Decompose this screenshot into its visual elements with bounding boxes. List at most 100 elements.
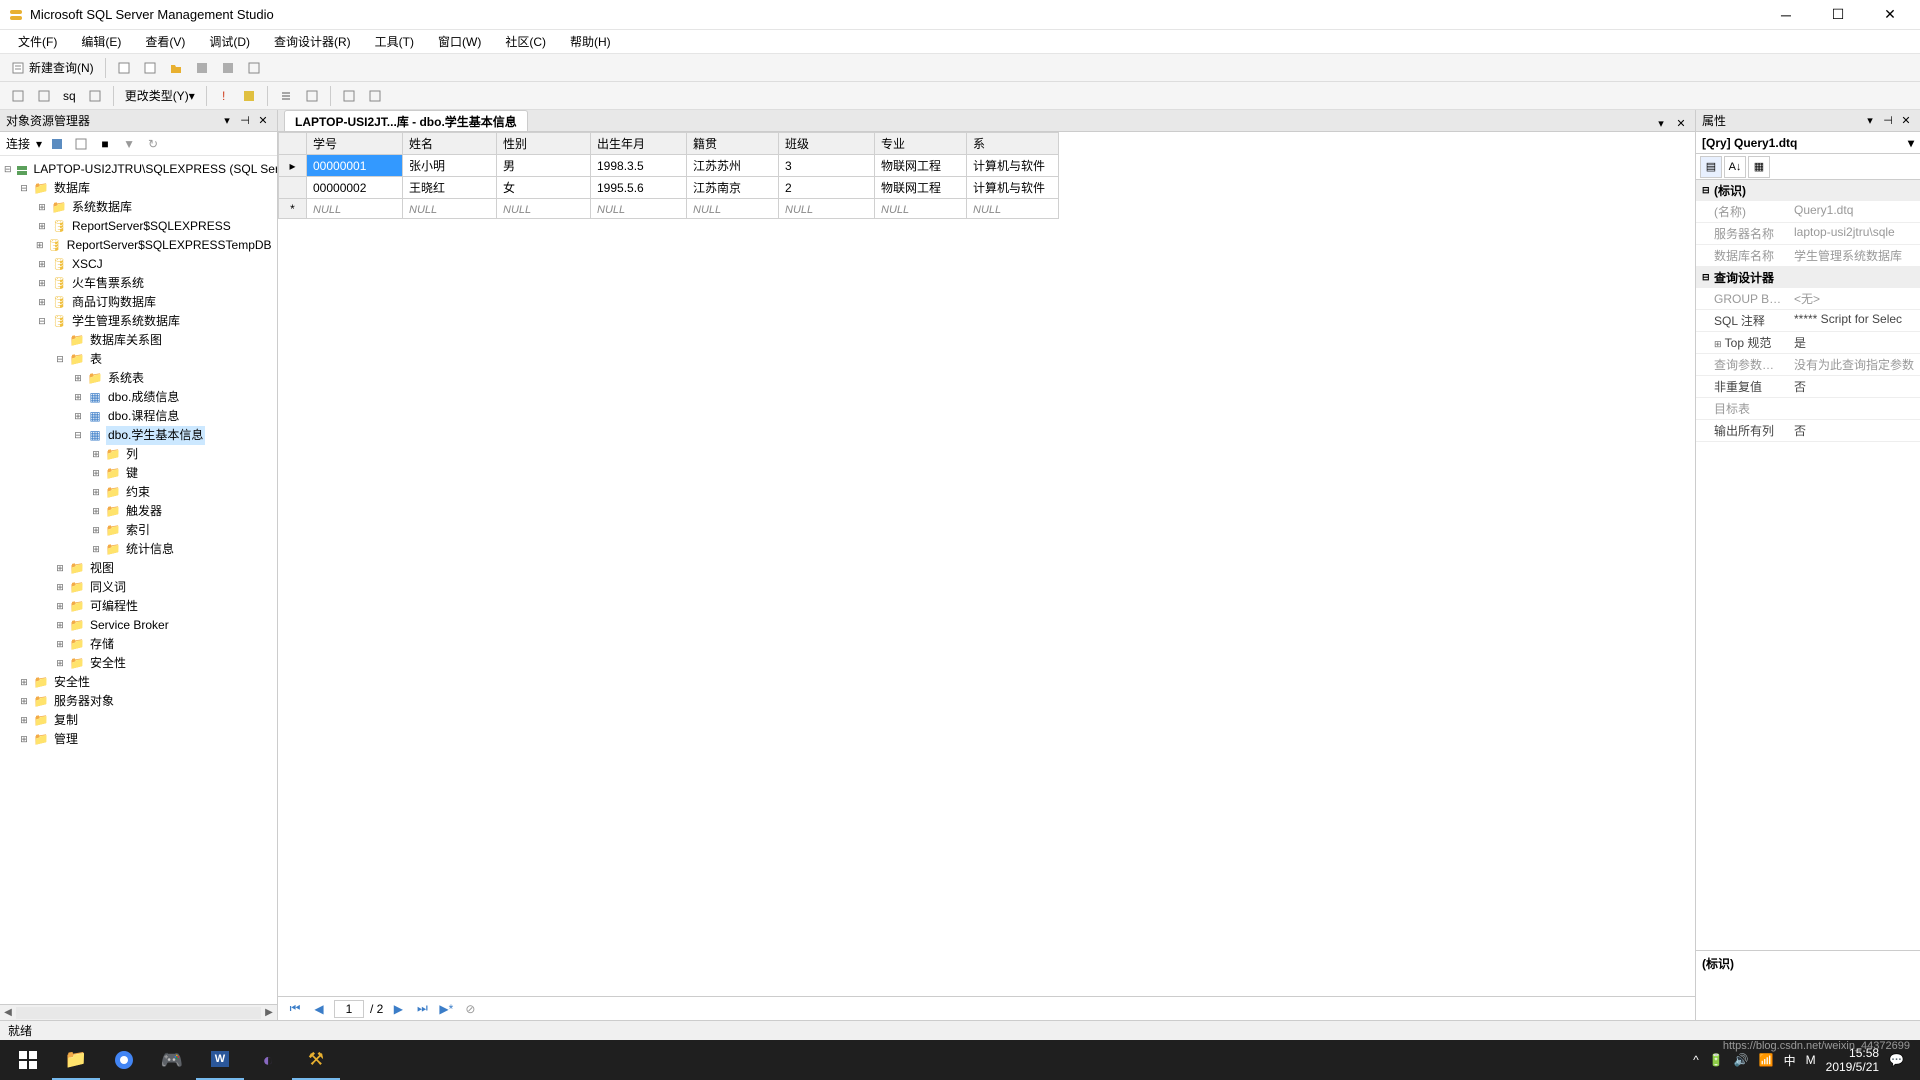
tree-shop[interactable]: ⊞🛢商品订购数据库 (0, 293, 277, 312)
prop-row[interactable]: 数据库名称学生管理系统数据库 (1696, 245, 1920, 267)
taskbar-explorer[interactable]: 📁 (52, 1040, 100, 1080)
tree-service-broker[interactable]: ⊞📁Service Broker (0, 616, 277, 635)
properties-grid[interactable]: ⊟(标识) (名称)Query1.dtq 服务器名称laptop-usi2jtr… (1696, 180, 1920, 950)
tree-programmability[interactable]: ⊞📁可编程性 (0, 597, 277, 616)
tb2-icon-3[interactable]: sq (58, 85, 81, 107)
menu-debug[interactable]: 调试(D) (199, 31, 260, 52)
page-prev-icon[interactable]: ◀ (310, 1000, 328, 1018)
open-icon[interactable] (164, 57, 188, 79)
col-header[interactable]: 出生年月 (591, 133, 687, 155)
tree-management[interactable]: ⊞📁管理 (0, 730, 277, 749)
tray-expand-icon[interactable]: ^ (1693, 1053, 1699, 1067)
menu-view[interactable]: 查看(V) (135, 31, 195, 52)
taskbar-steam[interactable]: 🎮 (148, 1040, 196, 1080)
page-current-input[interactable] (334, 1000, 364, 1018)
connect-dropdown-icon[interactable]: ▾ (36, 137, 42, 151)
taskbar-word[interactable]: W (196, 1040, 244, 1080)
categorized-icon[interactable]: ▤ (1700, 156, 1722, 178)
grid-cell[interactable]: 江苏南京 (687, 177, 779, 199)
prop-cat-identity[interactable]: ⊟(标识) (1696, 180, 1920, 201)
menu-edit[interactable]: 编辑(E) (71, 31, 131, 52)
grid-cell-null[interactable]: NULL (875, 199, 967, 219)
stop-icon[interactable]: ■ (96, 135, 114, 153)
menu-help[interactable]: 帮助(H) (560, 31, 621, 52)
refresh-icon[interactable]: ↻ (144, 135, 162, 153)
save-icon[interactable] (190, 57, 214, 79)
tree-tbl-score[interactable]: ⊞▦dbo.成绩信息 (0, 388, 277, 407)
tree-stats[interactable]: ⊞📁统计信息 (0, 540, 277, 559)
tb2-icon-5[interactable] (237, 85, 261, 107)
tree-replication[interactable]: ⊞📁复制 (0, 711, 277, 730)
row-indicator[interactable] (279, 177, 307, 199)
prop-row[interactable]: 服务器名称laptop-usi2jtru\sqle (1696, 223, 1920, 245)
minimize-button[interactable]: ─ (1772, 5, 1800, 25)
col-header[interactable]: 学号 (307, 133, 403, 155)
grid-cell[interactable]: 男 (497, 155, 591, 177)
col-header[interactable]: 籍贯 (687, 133, 779, 155)
page-stop-icon[interactable]: ⊘ (461, 1000, 479, 1018)
tree-synonyms[interactable]: ⊞📁同义词 (0, 578, 277, 597)
panel-close-icon[interactable]: ✕ (255, 113, 271, 129)
alphabetical-icon[interactable]: A↓ (1724, 156, 1746, 178)
grid-cell[interactable]: 00000002 (307, 177, 403, 199)
grid-cell-null[interactable]: NULL (307, 199, 403, 219)
tree-columns[interactable]: ⊞📁列 (0, 445, 277, 464)
scroll-right-icon[interactable]: ▶ (261, 1007, 277, 1018)
prop-row[interactable]: SQL 注释***** Script for Selec (1696, 310, 1920, 332)
tb-icon-2[interactable] (138, 57, 162, 79)
col-header[interactable]: 性别 (497, 133, 591, 155)
row-indicator-new[interactable]: * (279, 199, 307, 219)
grid-cell[interactable]: 物联网工程 (875, 155, 967, 177)
scroll-left-icon[interactable]: ◀ (0, 1007, 16, 1018)
panel-close-icon[interactable]: ✕ (1898, 113, 1914, 129)
grid-cell[interactable]: 女 (497, 177, 591, 199)
col-header[interactable]: 专业 (875, 133, 967, 155)
tree-databases[interactable]: ⊟📁数据库 (0, 179, 277, 198)
grid-cell[interactable]: 2 (779, 177, 875, 199)
col-header[interactable]: 姓名 (403, 133, 497, 155)
grid-cell[interactable]: 江苏苏州 (687, 155, 779, 177)
prop-pages-icon[interactable]: ▦ (1748, 156, 1770, 178)
taskbar-chrome[interactable] (100, 1040, 148, 1080)
tree-triggers[interactable]: ⊞📁触发器 (0, 502, 277, 521)
execute-icon[interactable]: ! (213, 85, 235, 107)
grid-cell[interactable]: 计算机与软件 (967, 177, 1059, 199)
taskbar-eclipse[interactable]: ◐ (244, 1040, 292, 1080)
prop-row-top[interactable]: ⊞ Top 规范是 (1696, 332, 1920, 354)
tree-indexes[interactable]: ⊞📁索引 (0, 521, 277, 540)
col-header[interactable]: 班级 (779, 133, 875, 155)
grid-cell[interactable]: 3 (779, 155, 875, 177)
table-row[interactable]: 00000002 王晓红 女 1995.5.6 江苏南京 2 物联网工程 计算机… (279, 177, 1059, 199)
tree-train[interactable]: ⊞🛢火车售票系统 (0, 274, 277, 293)
menu-file[interactable]: 文件(F) (8, 31, 67, 52)
tree-constraints[interactable]: ⊞📁约束 (0, 483, 277, 502)
close-button[interactable]: ✕ (1876, 5, 1904, 25)
filter-icon[interactable]: ▼ (120, 135, 138, 153)
menu-tools[interactable]: 工具(T) (365, 31, 424, 52)
prop-row[interactable]: GROUP BY 扩展<无> (1696, 288, 1920, 310)
tb2-icon-7[interactable] (300, 85, 324, 107)
tree-tables[interactable]: ⊟📁表 (0, 350, 277, 369)
table-row-new[interactable]: * NULL NULL NULL NULL NULL NULL NULL NUL… (279, 199, 1059, 219)
menu-community[interactable]: 社区(C) (495, 31, 556, 52)
tray-wifi-icon[interactable]: 📶 (1759, 1053, 1774, 1067)
start-button[interactable] (4, 1040, 52, 1080)
tree-storage[interactable]: ⊞📁存储 (0, 635, 277, 654)
grid-cell-null[interactable]: NULL (967, 199, 1059, 219)
tree-xscj[interactable]: ⊞🛢XSCJ (0, 255, 277, 274)
tab-query[interactable]: LAPTOP-USI2JT...库 - dbo.学生基本信息 (284, 110, 528, 131)
grid-cell[interactable]: 计算机与软件 (967, 155, 1059, 177)
data-grid[interactable]: 学号 姓名 性别 出生年月 籍贯 班级 专业 系 ▸ 00000001 张小明 (278, 132, 1059, 219)
pin-icon[interactable]: ⊣ (1880, 113, 1896, 129)
tree-tbl-course[interactable]: ⊞▦dbo.课程信息 (0, 407, 277, 426)
table-row[interactable]: ▸ 00000001 张小明 男 1998.3.5 江苏苏州 3 物联网工程 计… (279, 155, 1059, 177)
tb2-icon-2[interactable] (32, 85, 56, 107)
tb2-icon-1[interactable] (6, 85, 30, 107)
tree-student-db[interactable]: ⊟🛢学生管理系统数据库 (0, 312, 277, 331)
tree-server-objects[interactable]: ⊞📁服务器对象 (0, 692, 277, 711)
tree-tbl-student[interactable]: ⊟▦dbo.学生基本信息 (0, 426, 277, 445)
tree-security-db[interactable]: ⊞📁安全性 (0, 654, 277, 673)
grid-cell[interactable]: 王晓红 (403, 177, 497, 199)
tab-dropdown-icon[interactable]: ▾ (1653, 115, 1669, 131)
page-last-icon[interactable]: ⏭ (413, 1000, 431, 1018)
